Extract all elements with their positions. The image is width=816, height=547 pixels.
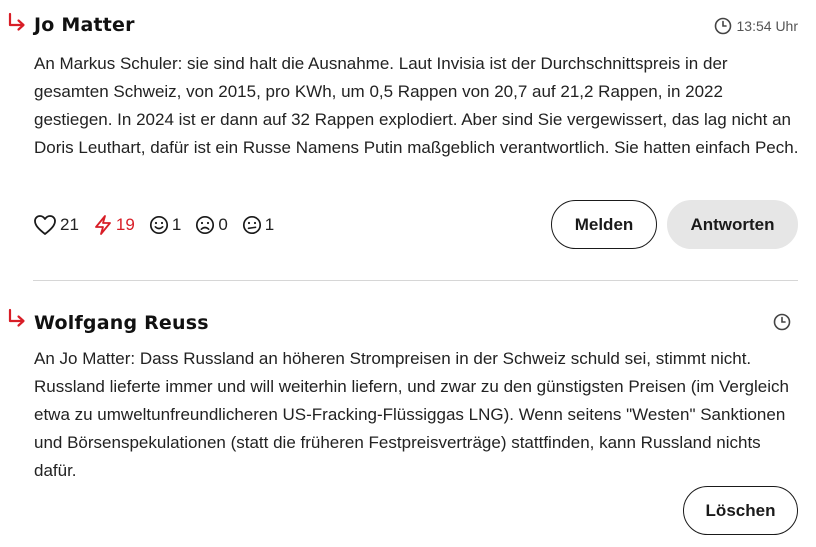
reply-button[interactable]: Antworten [667, 200, 798, 249]
comment-text: An Jo Matter: Dass Russland an höheren S… [34, 349, 789, 480]
reaction-count: 0 [218, 215, 228, 234]
neutral-icon [242, 215, 261, 235]
comment-time: 13:54 Uhr [714, 17, 798, 35]
reaction-lightning[interactable]: 19 [93, 214, 135, 236]
comment-time-text: 13:54 Uhr [736, 18, 798, 34]
report-button[interactable]: Melden [551, 200, 657, 249]
sad-icon [196, 215, 215, 235]
comment-author: Wolfgang Reuss [34, 312, 209, 334]
lightning-icon [95, 215, 111, 235]
comment-time [773, 313, 796, 331]
reaction-count: 1 [171, 215, 182, 234]
reaction-count: 21 [60, 215, 79, 234]
reply-arrow-icon [8, 12, 25, 31]
delete-button[interactable]: Löschen [683, 486, 798, 535]
clock-icon [773, 313, 791, 331]
clock-icon [714, 17, 731, 35]
comment-divider [33, 280, 798, 281]
reaction-count: 19 [115, 215, 135, 234]
comment-jo-matter: Jo Matter 13:54 Uhr An Markus Schuler: s… [0, 0, 816, 280]
smile-icon [149, 215, 168, 235]
heart-icon [34, 215, 56, 235]
reaction-smile[interactable]: 1 [149, 215, 181, 235]
reaction-sad[interactable]: 0 [195, 215, 228, 235]
reply-arrow-icon [8, 308, 25, 327]
reaction-count: 1 [264, 215, 275, 234]
comment-text: An Markus Schuler: sie sind halt die Aus… [34, 54, 799, 157]
reaction-neutral[interactable]: 1 [242, 215, 274, 235]
comment-author: Jo Matter [34, 14, 135, 36]
reaction-bar: 21 19 1 0 1 [33, 212, 288, 238]
comment-wolfgang-reuss: Wolfgang Reuss An Jo Matter: Dass Russla… [0, 296, 816, 547]
reaction-heart[interactable]: 21 [33, 214, 79, 236]
